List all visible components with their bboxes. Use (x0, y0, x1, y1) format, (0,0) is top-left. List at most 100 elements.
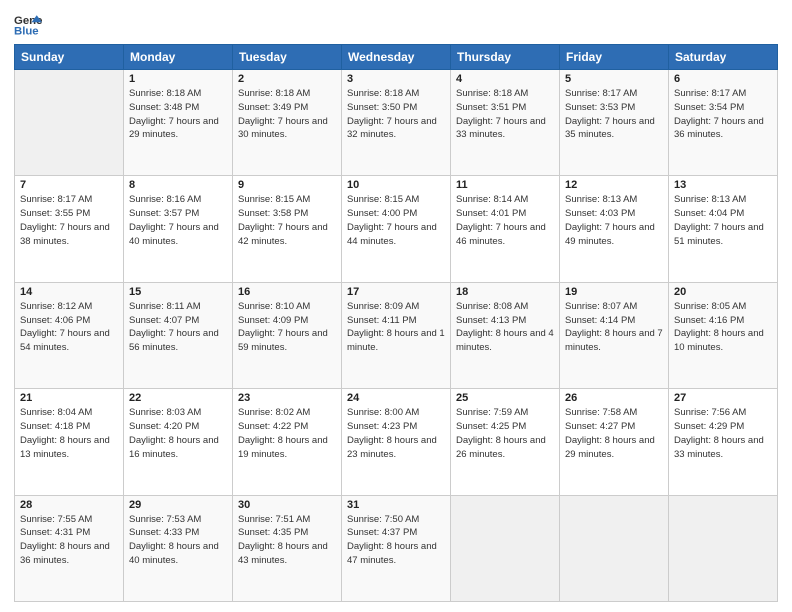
day-number: 18 (456, 286, 554, 298)
day-number: 9 (238, 179, 336, 191)
weekday-header-wednesday: Wednesday (342, 45, 451, 70)
calendar-cell: 6 Sunrise: 8:17 AMSunset: 3:54 PMDayligh… (669, 70, 778, 176)
day-info: Sunrise: 8:18 AMSunset: 3:49 PMDaylight:… (238, 88, 328, 140)
calendar-cell: 28 Sunrise: 7:55 AMSunset: 4:31 PMDaylig… (15, 495, 124, 601)
calendar-cell: 2 Sunrise: 8:18 AMSunset: 3:49 PMDayligh… (233, 70, 342, 176)
weekday-header-monday: Monday (124, 45, 233, 70)
day-info: Sunrise: 8:18 AMSunset: 3:50 PMDaylight:… (347, 88, 437, 140)
day-number: 6 (674, 73, 772, 85)
day-number: 4 (456, 73, 554, 85)
weekday-header-sunday: Sunday (15, 45, 124, 70)
day-number: 12 (565, 179, 663, 191)
calendar-cell: 29 Sunrise: 7:53 AMSunset: 4:33 PMDaylig… (124, 495, 233, 601)
day-number: 16 (238, 286, 336, 298)
day-number: 31 (347, 499, 445, 511)
calendar-cell: 7 Sunrise: 8:17 AMSunset: 3:55 PMDayligh… (15, 176, 124, 282)
day-number: 11 (456, 179, 554, 191)
calendar-cell: 31 Sunrise: 7:50 AMSunset: 4:37 PMDaylig… (342, 495, 451, 601)
calendar-cell: 23 Sunrise: 8:02 AMSunset: 4:22 PMDaylig… (233, 389, 342, 495)
day-number: 1 (129, 73, 227, 85)
day-info: Sunrise: 7:53 AMSunset: 4:33 PMDaylight:… (129, 514, 219, 566)
calendar-cell: 18 Sunrise: 8:08 AMSunset: 4:13 PMDaylig… (451, 282, 560, 388)
calendar-cell: 8 Sunrise: 8:16 AMSunset: 3:57 PMDayligh… (124, 176, 233, 282)
calendar-cell: 16 Sunrise: 8:10 AMSunset: 4:09 PMDaylig… (233, 282, 342, 388)
calendar-cell: 24 Sunrise: 8:00 AMSunset: 4:23 PMDaylig… (342, 389, 451, 495)
calendar-cell: 5 Sunrise: 8:17 AMSunset: 3:53 PMDayligh… (560, 70, 669, 176)
day-info: Sunrise: 8:07 AMSunset: 4:14 PMDaylight:… (565, 301, 663, 353)
calendar-cell: 27 Sunrise: 7:56 AMSunset: 4:29 PMDaylig… (669, 389, 778, 495)
day-number: 25 (456, 392, 554, 404)
calendar-cell: 4 Sunrise: 8:18 AMSunset: 3:51 PMDayligh… (451, 70, 560, 176)
day-info: Sunrise: 7:55 AMSunset: 4:31 PMDaylight:… (20, 514, 110, 566)
day-info: Sunrise: 7:59 AMSunset: 4:25 PMDaylight:… (456, 407, 546, 459)
day-info: Sunrise: 8:18 AMSunset: 3:51 PMDaylight:… (456, 88, 546, 140)
calendar-cell: 14 Sunrise: 8:12 AMSunset: 4:06 PMDaylig… (15, 282, 124, 388)
day-info: Sunrise: 7:50 AMSunset: 4:37 PMDaylight:… (347, 514, 437, 566)
day-info: Sunrise: 8:09 AMSunset: 4:11 PMDaylight:… (347, 301, 445, 353)
day-number: 19 (565, 286, 663, 298)
logo: General Blue (14, 10, 48, 38)
day-info: Sunrise: 8:18 AMSunset: 3:48 PMDaylight:… (129, 88, 219, 140)
day-info: Sunrise: 8:03 AMSunset: 4:20 PMDaylight:… (129, 407, 219, 459)
day-info: Sunrise: 8:14 AMSunset: 4:01 PMDaylight:… (456, 194, 546, 246)
day-number: 22 (129, 392, 227, 404)
svg-text:Blue: Blue (14, 26, 39, 38)
calendar-table: SundayMondayTuesdayWednesdayThursdayFrid… (14, 44, 778, 602)
day-number: 30 (238, 499, 336, 511)
day-info: Sunrise: 8:11 AMSunset: 4:07 PMDaylight:… (129, 301, 219, 353)
day-number: 17 (347, 286, 445, 298)
day-info: Sunrise: 8:16 AMSunset: 3:57 PMDaylight:… (129, 194, 219, 246)
weekday-header-friday: Friday (560, 45, 669, 70)
day-info: Sunrise: 8:13 AMSunset: 4:04 PMDaylight:… (674, 194, 764, 246)
day-info: Sunrise: 8:15 AMSunset: 4:00 PMDaylight:… (347, 194, 437, 246)
day-number: 10 (347, 179, 445, 191)
day-info: Sunrise: 8:17 AMSunset: 3:55 PMDaylight:… (20, 194, 110, 246)
calendar-cell (669, 495, 778, 601)
day-number: 24 (347, 392, 445, 404)
calendar-cell: 15 Sunrise: 8:11 AMSunset: 4:07 PMDaylig… (124, 282, 233, 388)
day-number: 8 (129, 179, 227, 191)
day-number: 13 (674, 179, 772, 191)
calendar-cell: 20 Sunrise: 8:05 AMSunset: 4:16 PMDaylig… (669, 282, 778, 388)
day-info: Sunrise: 8:12 AMSunset: 4:06 PMDaylight:… (20, 301, 110, 353)
day-number: 26 (565, 392, 663, 404)
day-number: 28 (20, 499, 118, 511)
calendar-cell: 3 Sunrise: 8:18 AMSunset: 3:50 PMDayligh… (342, 70, 451, 176)
weekday-header-tuesday: Tuesday (233, 45, 342, 70)
day-number: 27 (674, 392, 772, 404)
calendar-cell: 9 Sunrise: 8:15 AMSunset: 3:58 PMDayligh… (233, 176, 342, 282)
day-info: Sunrise: 8:05 AMSunset: 4:16 PMDaylight:… (674, 301, 764, 353)
calendar-cell: 1 Sunrise: 8:18 AMSunset: 3:48 PMDayligh… (124, 70, 233, 176)
day-info: Sunrise: 8:02 AMSunset: 4:22 PMDaylight:… (238, 407, 328, 459)
day-info: Sunrise: 8:17 AMSunset: 3:53 PMDaylight:… (565, 88, 655, 140)
day-info: Sunrise: 8:00 AMSunset: 4:23 PMDaylight:… (347, 407, 437, 459)
weekday-header-saturday: Saturday (669, 45, 778, 70)
calendar-cell: 13 Sunrise: 8:13 AMSunset: 4:04 PMDaylig… (669, 176, 778, 282)
day-info: Sunrise: 8:10 AMSunset: 4:09 PMDaylight:… (238, 301, 328, 353)
day-number: 2 (238, 73, 336, 85)
calendar-cell: 12 Sunrise: 8:13 AMSunset: 4:03 PMDaylig… (560, 176, 669, 282)
calendar-cell: 22 Sunrise: 8:03 AMSunset: 4:20 PMDaylig… (124, 389, 233, 495)
day-info: Sunrise: 7:51 AMSunset: 4:35 PMDaylight:… (238, 514, 328, 566)
day-info: Sunrise: 8:08 AMSunset: 4:13 PMDaylight:… (456, 301, 554, 353)
header: General Blue (14, 10, 778, 38)
day-number: 3 (347, 73, 445, 85)
day-number: 29 (129, 499, 227, 511)
calendar-cell (451, 495, 560, 601)
calendar-page: General Blue SundayMondayTuesdayWednesda… (0, 0, 792, 612)
calendar-cell: 10 Sunrise: 8:15 AMSunset: 4:00 PMDaylig… (342, 176, 451, 282)
weekday-header-thursday: Thursday (451, 45, 560, 70)
day-info: Sunrise: 8:13 AMSunset: 4:03 PMDaylight:… (565, 194, 655, 246)
calendar-cell: 11 Sunrise: 8:14 AMSunset: 4:01 PMDaylig… (451, 176, 560, 282)
day-number: 7 (20, 179, 118, 191)
day-number: 5 (565, 73, 663, 85)
day-info: Sunrise: 8:04 AMSunset: 4:18 PMDaylight:… (20, 407, 110, 459)
day-number: 15 (129, 286, 227, 298)
day-info: Sunrise: 8:15 AMSunset: 3:58 PMDaylight:… (238, 194, 328, 246)
calendar-cell (15, 70, 124, 176)
calendar-cell: 21 Sunrise: 8:04 AMSunset: 4:18 PMDaylig… (15, 389, 124, 495)
day-number: 14 (20, 286, 118, 298)
day-number: 20 (674, 286, 772, 298)
calendar-cell: 25 Sunrise: 7:59 AMSunset: 4:25 PMDaylig… (451, 389, 560, 495)
calendar-cell: 30 Sunrise: 7:51 AMSunset: 4:35 PMDaylig… (233, 495, 342, 601)
